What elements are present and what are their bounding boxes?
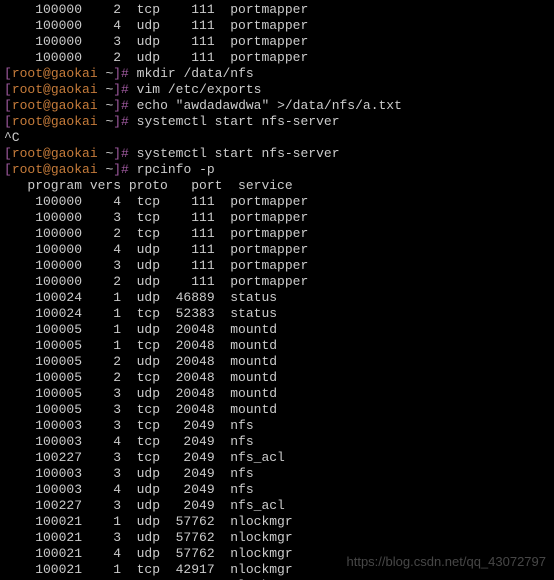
watermark-text: https://blog.csdn.net/qq_43072797: [347, 554, 547, 570]
rpc-row: 100227 3 udp 2049 nfs_acl: [4, 498, 550, 514]
rpc-header: program vers proto port service: [4, 178, 550, 194]
rpc-row: 100000 3 udp 111 portmapper: [4, 258, 550, 274]
prompt-line: [root@gaokai ~]# systemctl start nfs-ser…: [4, 146, 550, 162]
rpc-row: 100005 3 tcp 20048 mountd: [4, 402, 550, 418]
rpc-row: 100024 1 udp 46889 status: [4, 290, 550, 306]
rpc-row: 100000 3 tcp 111 portmapper: [4, 210, 550, 226]
rpc-row: 100005 1 tcp 20048 mountd: [4, 338, 550, 354]
rpc-row: 100003 3 tcp 2049 nfs: [4, 418, 550, 434]
rpc-row: 100003 4 udp 2049 nfs: [4, 482, 550, 498]
rpc-row: 100005 3 udp 20048 mountd: [4, 386, 550, 402]
rpc-row: 100003 4 tcp 2049 nfs: [4, 434, 550, 450]
rpc-row: 100000 2 tcp 111 portmapper: [4, 226, 550, 242]
rpc-row: 100005 2 udp 20048 mountd: [4, 354, 550, 370]
prompt-line: [root@gaokai ~]# echo "awdadawdwa" >/dat…: [4, 98, 550, 114]
prompt-line: [root@gaokai ~]# mkdir /data/nfs: [4, 66, 550, 82]
prompt-line: [root@gaokai ~]# vim /etc/exports: [4, 82, 550, 98]
rpc-row: 100024 1 tcp 52383 status: [4, 306, 550, 322]
rpc-row: 100000 2 udp 111 portmapper: [4, 274, 550, 290]
rpc-row: 100003 3 udp 2049 nfs: [4, 466, 550, 482]
rpc-row: 100000 2 udp 111 portmapper: [4, 50, 550, 66]
interrupt-line: ^C: [4, 130, 550, 146]
rpc-row: 100005 1 udp 20048 mountd: [4, 322, 550, 338]
rpc-row: 100000 3 udp 111 portmapper: [4, 34, 550, 50]
prompt-line: [root@gaokai ~]# systemctl start nfs-ser…: [4, 114, 550, 130]
rpc-row: 100021 3 udp 57762 nlockmgr: [4, 530, 550, 546]
rpc-row: 100227 3 tcp 2049 nfs_acl: [4, 450, 550, 466]
rpc-row: 100005 2 tcp 20048 mountd: [4, 370, 550, 386]
rpc-row: 100000 2 tcp 111 portmapper: [4, 2, 550, 18]
rpc-row: 100000 4 udp 111 portmapper: [4, 18, 550, 34]
rpc-row: 100000 4 tcp 111 portmapper: [4, 194, 550, 210]
rpc-row: 100021 1 udp 57762 nlockmgr: [4, 514, 550, 530]
terminal[interactable]: 100000 2 tcp 111 portmapper 100000 4 udp…: [0, 0, 554, 580]
rpc-row: 100000 4 udp 111 portmapper: [4, 242, 550, 258]
prompt-line: [root@gaokai ~]# rpcinfo -p: [4, 162, 550, 178]
